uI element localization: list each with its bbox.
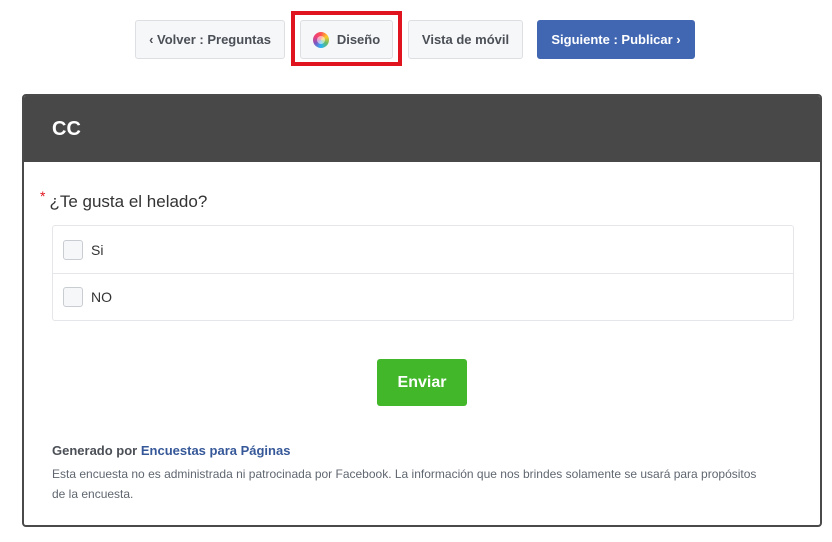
- option-label: Si: [91, 241, 104, 258]
- option-label: NO: [91, 289, 112, 305]
- disclaimer-text: Esta encuesta no es administrada ni patr…: [52, 467, 757, 501]
- options-list: Si NO: [52, 225, 794, 321]
- generated-by-link[interactable]: Encuestas para Páginas: [141, 443, 291, 458]
- toolbar: ‹ Volver : Preguntas Diseño Vista de móv…: [0, 0, 832, 80]
- survey-title: CC: [52, 117, 81, 140]
- checkbox-si[interactable]: [63, 239, 83, 260]
- survey-header: CC: [24, 96, 820, 162]
- generated-by: Generado por Encuestas para Páginas: [52, 443, 772, 458]
- mobile-view-button[interactable]: Vista de móvil: [408, 20, 523, 59]
- survey-card: CC * ¿Te gusta el helado? Si NO Enviar Ge…: [22, 94, 822, 527]
- next-publish-button[interactable]: Siguiente : Publicar ›: [537, 20, 695, 59]
- option-no[interactable]: NO: [53, 273, 793, 320]
- design-button[interactable]: Diseño: [300, 20, 393, 59]
- submit-button[interactable]: Enviar: [377, 359, 467, 406]
- option-si[interactable]: Si: [53, 226, 793, 273]
- generated-prefix: Generado por: [52, 443, 138, 458]
- color-wheel-icon: [312, 31, 329, 48]
- back-to-questions-button[interactable]: ‹ Volver : Preguntas: [135, 20, 285, 59]
- design-button-label: Diseño: [336, 32, 381, 47]
- question-text: ¿Te gusta el helado?: [49, 192, 208, 211]
- survey-footer: Generado por Encuestas para Páginas Esta…: [52, 443, 772, 504]
- checkbox-no[interactable]: [63, 287, 83, 307]
- question: * ¿Te gusta el helado?: [40, 188, 208, 212]
- required-mark: *: [40, 188, 46, 204]
